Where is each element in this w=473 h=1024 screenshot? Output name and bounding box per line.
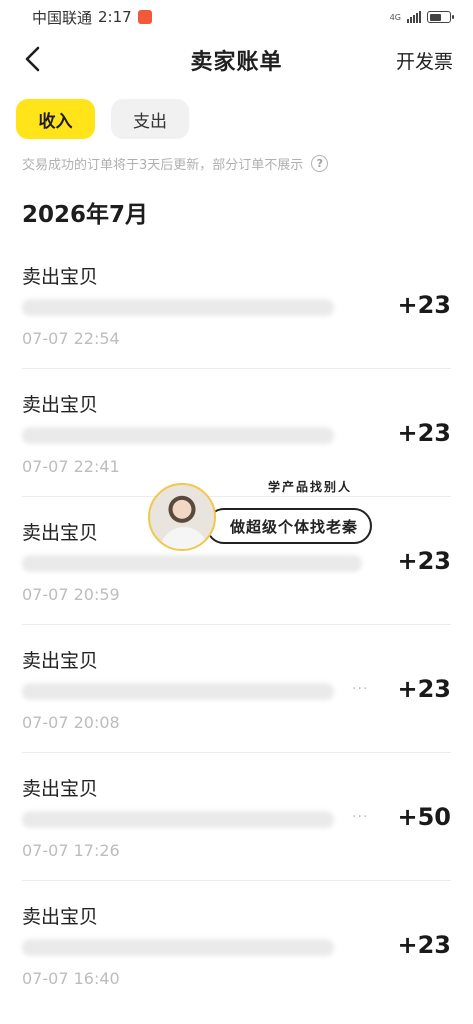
- transaction-list: 卖出宝贝 07-07 22:54 +23 卖出宝贝 07-07 22:41 +2…: [0, 241, 473, 1009]
- item-amount: +23: [397, 675, 451, 703]
- item-title: 卖出宝贝: [22, 778, 99, 800]
- status-time: 2:17: [98, 8, 132, 26]
- item-amount: +23: [397, 931, 451, 959]
- avatar: [148, 483, 216, 551]
- tab-income[interactable]: 收入: [16, 99, 95, 139]
- overlay-pill: 做超级个体找老秦: [206, 508, 372, 544]
- item-time: 07-07 17:26: [22, 841, 120, 860]
- battery-icon: [427, 11, 454, 23]
- item-time: 07-07 16:40: [22, 969, 120, 988]
- battery-level: [429, 13, 441, 21]
- month-heading: 2026年7月: [22, 202, 149, 228]
- notice: 交易成功的订单将于3天后更新，部分订单不展示 ?: [0, 139, 473, 173]
- blurred-detail: [22, 299, 334, 316]
- blurred-detail: [22, 683, 334, 700]
- signal-icon: [407, 11, 421, 23]
- item-time: 07-07 20:08: [22, 713, 120, 732]
- tab-expense[interactable]: 支出: [111, 99, 189, 139]
- list-item[interactable]: 卖出宝贝 ··· 07-07 17:26 +50: [22, 753, 451, 881]
- carrier-label: 中国联通: [32, 8, 93, 27]
- list-item[interactable]: 卖出宝贝 ··· 07-07 20:08 +23: [22, 625, 451, 753]
- ellipsis-icon: ···: [352, 809, 369, 825]
- page-title: 卖家账单: [190, 50, 283, 75]
- blurred-detail: [22, 939, 334, 956]
- blurred-detail: [22, 427, 334, 444]
- item-time: 07-07 22:41: [22, 457, 120, 476]
- item-amount: +23: [397, 291, 451, 319]
- blurred-detail: [22, 811, 334, 828]
- item-title: 卖出宝贝: [22, 266, 99, 288]
- blurred-detail: [22, 555, 362, 572]
- notification-app-icon: [137, 10, 152, 24]
- item-amount: +23: [397, 419, 451, 447]
- invoice-button[interactable]: 开发票: [396, 47, 453, 74]
- item-amount: +50: [397, 803, 451, 831]
- nav-bar: 卖家账单 开发票: [0, 34, 473, 86]
- list-item[interactable]: 卖出宝贝 07-07 16:40 +23: [22, 881, 451, 1009]
- item-time: 07-07 20:59: [22, 585, 120, 604]
- status-bar: 中国联通 2:17 4G: [0, 0, 473, 34]
- item-time: 07-07 22:54: [22, 329, 120, 348]
- item-title: 卖出宝贝: [22, 394, 99, 416]
- item-amount: +23: [397, 547, 451, 575]
- promo-overlay: 学产品找别人 做超级个体找老秦: [148, 478, 374, 554]
- status-right: 4G: [389, 11, 454, 23]
- network-label: 4G: [389, 12, 401, 22]
- item-title: 卖出宝贝: [22, 522, 99, 544]
- status-left: 中国联通 2:17: [32, 7, 152, 28]
- chevron-left-icon[interactable]: [22, 46, 46, 72]
- tab-bar: 收入 支出: [0, 86, 473, 139]
- ellipsis-icon: ···: [352, 681, 369, 697]
- help-icon[interactable]: ?: [311, 155, 329, 172]
- item-title: 卖出宝贝: [22, 906, 99, 928]
- item-title: 卖出宝贝: [22, 650, 99, 672]
- overlay-caption: 学产品找别人: [268, 480, 353, 494]
- list-item[interactable]: 卖出宝贝 07-07 22:54 +23: [22, 241, 451, 369]
- notice-text: 交易成功的订单将于3天后更新，部分订单不展示: [22, 158, 304, 173]
